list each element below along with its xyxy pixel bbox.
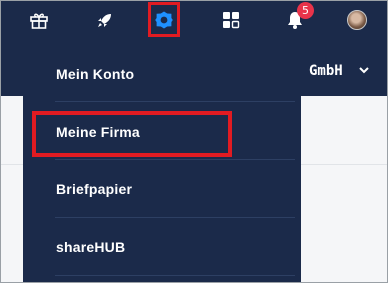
menu-item-briefpapier[interactable]: Briefpapier (56, 181, 132, 197)
rocket-icon[interactable] (90, 6, 120, 34)
notification-badge: 5 (297, 2, 314, 19)
menu-separator (55, 159, 295, 160)
menu-separator (55, 275, 295, 276)
chevron-down-icon[interactable] (358, 64, 370, 76)
highlight-box (32, 111, 232, 157)
gift-icon[interactable] (24, 6, 54, 34)
menu-separator (55, 101, 295, 102)
avatar (347, 10, 367, 30)
menu-separator (55, 217, 295, 218)
top-navigation-bar: 5 (1, 1, 387, 40)
apps-icon[interactable] (216, 6, 246, 34)
avatar-button[interactable] (342, 6, 372, 34)
menu-item-mein-konto[interactable]: Mein Konto (56, 66, 134, 82)
app-frame: 5 GmbH Mein Konto Meine Firma Briefpapie… (0, 0, 388, 283)
company-name[interactable]: GmbH (309, 63, 343, 79)
gear-icon[interactable] (148, 2, 180, 37)
menu-item-sharehub[interactable]: shareHUB (56, 239, 125, 255)
settings-dropdown-menu: Mein Konto Meine Firma Briefpapier share… (23, 43, 301, 282)
